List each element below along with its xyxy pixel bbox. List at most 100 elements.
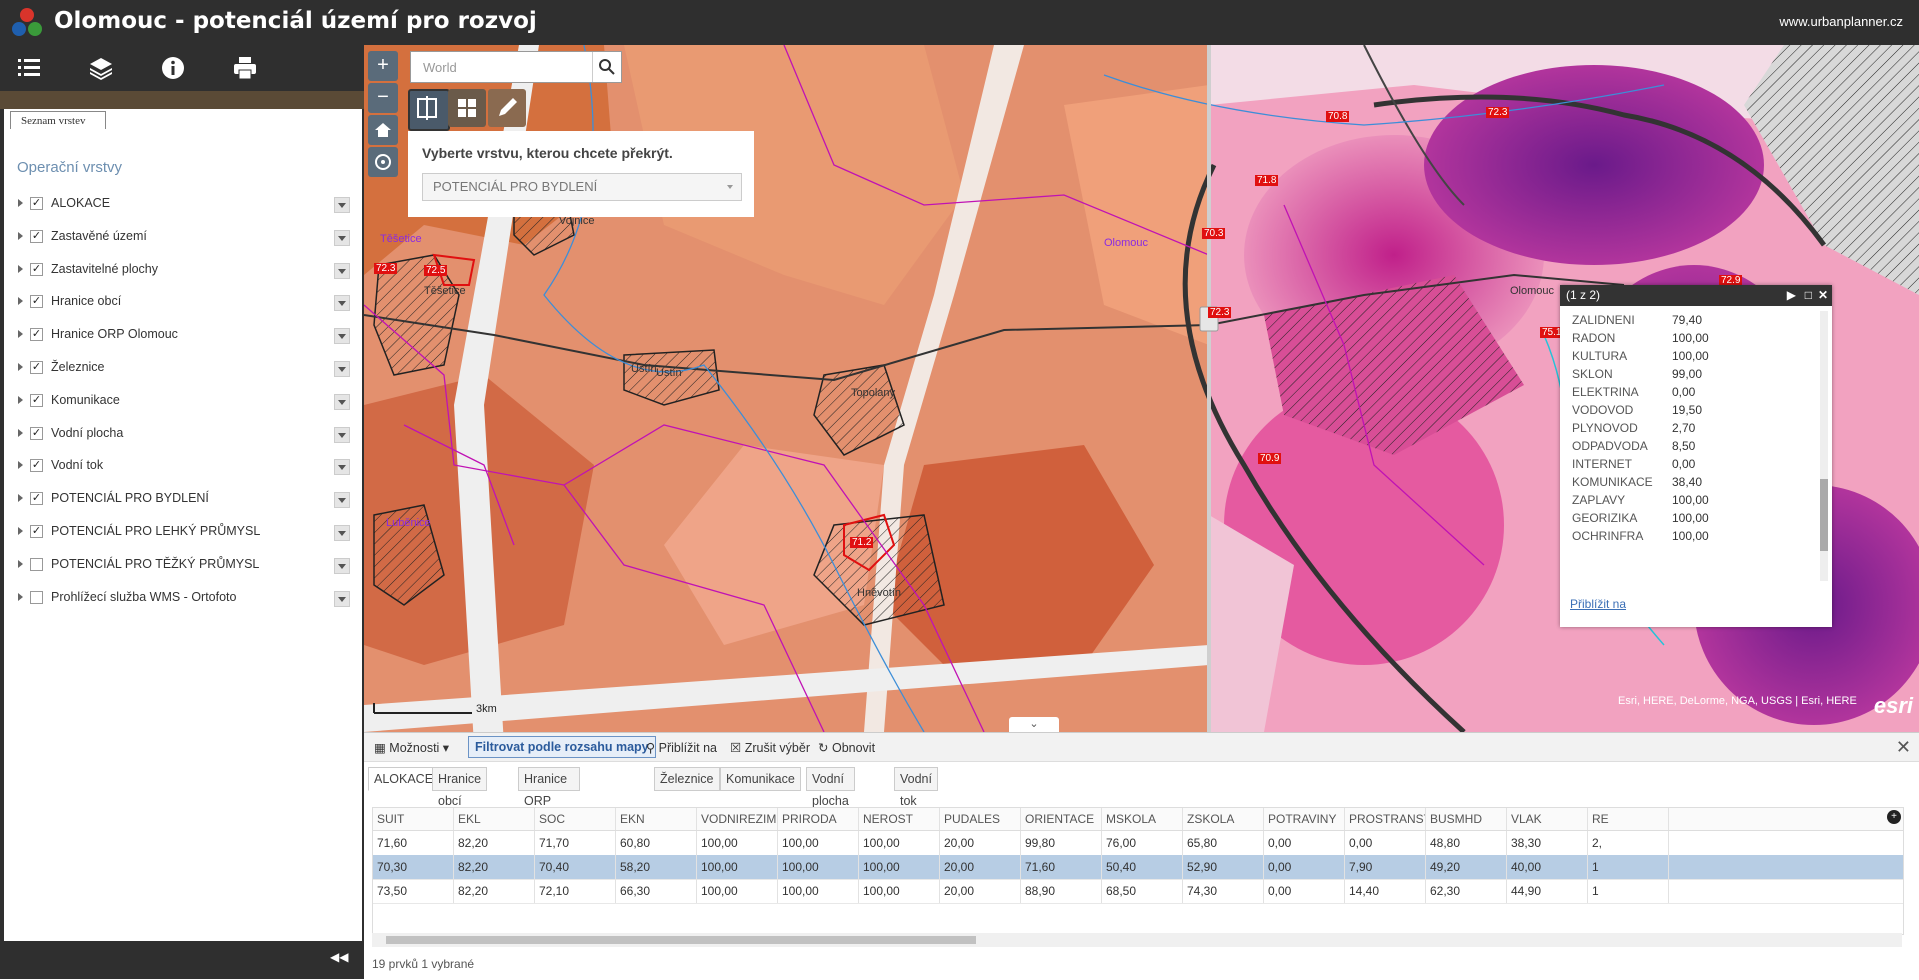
expand-triangle-icon[interactable] (18, 494, 23, 503)
expand-triangle-icon[interactable] (18, 461, 23, 470)
column-options-icon[interactable]: + (1887, 810, 1901, 824)
search-box[interactable]: World (410, 51, 622, 83)
column-header[interactable]: MSKOLA (1102, 808, 1183, 830)
layer-menu-button[interactable] (334, 328, 350, 345)
layer-menu-button[interactable] (334, 361, 350, 377)
layer-menu-button[interactable] (334, 525, 350, 541)
layer-menu-button[interactable] (334, 426, 350, 443)
swipe-tool-button[interactable] (408, 89, 450, 131)
layer-row[interactable]: Prohlížecí služba WMS - Ortofoto (4, 587, 362, 609)
layers-icon[interactable] (88, 55, 114, 81)
layer-row[interactable]: ✓ Železnice (4, 357, 362, 379)
layer-checkbox[interactable]: ✓ (30, 328, 43, 342)
layer-row[interactable]: ✓ POTENCIÁL PRO LEHKÝ PRŮMYSL (4, 521, 362, 543)
layer-checkbox[interactable] (30, 590, 43, 604)
column-header[interactable]: ORIENTACE (1021, 808, 1102, 830)
home-button[interactable] (368, 115, 398, 145)
column-header[interactable]: SUIT (373, 808, 454, 830)
next-feature-icon[interactable]: ▶ (1787, 285, 1796, 306)
basemap-gallery-button[interactable] (448, 89, 486, 127)
layer-row[interactable]: ✓ Zastavitelné plochy (4, 259, 362, 281)
column-header[interactable]: SOC (535, 808, 616, 830)
layer-menu-button[interactable] (334, 492, 350, 509)
layer-row[interactable]: ✓ Vodní tok (4, 455, 362, 477)
search-button[interactable] (592, 52, 621, 82)
column-header[interactable]: NEROST (859, 808, 940, 830)
layer-row[interactable]: ✓ POTENCIÁL PRO BYDLENÍ (4, 488, 362, 510)
layer-row[interactable]: POTENCIÁL PRO TĚŽKÝ PRŮMYSL (4, 554, 362, 576)
layer-checkbox[interactable]: ✓ (30, 492, 43, 506)
zoom-to-button[interactable]: ⚲ Přiblížit na (646, 740, 717, 755)
layer-menu-button[interactable] (334, 262, 350, 279)
close-icon[interactable]: ✕ (1818, 285, 1828, 306)
layer-menu-button[interactable] (334, 459, 350, 476)
collapse-panel-button[interactable]: ◀◀ (330, 950, 348, 964)
layer-menu-button[interactable] (334, 229, 350, 246)
layer-menu-button[interactable] (334, 295, 350, 312)
expand-triangle-icon[interactable] (18, 199, 23, 207)
table-tab[interactable]: Vodní plocha (806, 767, 855, 808)
table-row[interactable]: 71,60 82,20 71,70 60,80 100,00 100,00 100,00 20… (373, 831, 1903, 856)
table-tab[interactable]: Železnice (654, 767, 720, 791)
layer-row[interactable]: ✓ Zastavěné území (4, 226, 362, 248)
table-tab[interactable]: ALOKACE (368, 767, 440, 791)
expand-triangle-icon[interactable] (18, 231, 23, 240)
refresh-button[interactable]: ↻ Obnovit (818, 740, 875, 755)
layer-row[interactable]: ✓ ALOKACE (4, 193, 362, 215)
table-tab[interactable]: Hranice ORP Olomouc (518, 767, 581, 830)
layer-menu-button[interactable] (334, 197, 350, 213)
expand-triangle-icon[interactable] (18, 330, 23, 339)
popup-scrollbar[interactable] (1820, 311, 1828, 581)
horizontal-scrollbar[interactable] (372, 933, 1902, 947)
print-icon[interactable] (232, 55, 258, 81)
layer-checkbox[interactable]: ✓ (30, 393, 43, 407)
locate-button[interactable] (368, 147, 398, 177)
expand-triangle-icon[interactable] (18, 395, 23, 404)
popup-zoom-link[interactable]: Přiblížit na (1570, 597, 1626, 611)
layer-row[interactable]: ✓ Komunikace (4, 390, 362, 412)
column-header[interactable]: BUSMHD (1426, 808, 1507, 830)
layer-menu-button[interactable] (334, 557, 350, 574)
map-view[interactable]: Těšetice Vojnice Těšetice Ústín Ústín Topolan… (364, 45, 1919, 732)
expand-triangle-icon[interactable] (18, 297, 23, 306)
layer-checkbox[interactable]: ✓ (30, 229, 43, 243)
zoom-out-button[interactable]: − (368, 83, 398, 113)
options-menu[interactable]: ▦ Možnosti ▾ (374, 740, 449, 755)
zoom-in-button[interactable]: + (368, 51, 398, 81)
layer-checkbox[interactable]: ✓ (30, 262, 43, 276)
layer-checkbox[interactable]: ✓ (30, 426, 43, 440)
expand-table-button[interactable]: ⌄ (1009, 717, 1059, 732)
swipe-layer-select[interactable]: POTENCIÁL PRO BYDLENÍ (422, 173, 742, 201)
layer-checkbox[interactable]: ✓ (30, 295, 43, 309)
site-link[interactable]: www.urbanplanner.cz (1779, 14, 1903, 29)
column-header[interactable]: PRIRODA (778, 808, 859, 830)
table-tab[interactable]: Hranice obcí (432, 767, 488, 808)
draw-tool-button[interactable] (488, 89, 526, 127)
close-table-icon[interactable]: ✕ (1896, 737, 1911, 758)
legend-list-icon[interactable] (16, 55, 42, 81)
column-header[interactable]: PROSTRANSTVI (1345, 808, 1426, 830)
table-tab[interactable]: Komunikace (720, 767, 801, 791)
table-row[interactable]: 70,30 82,20 70,40 58,20 100,00 100,00 100,00 20… (373, 855, 1903, 880)
expand-triangle-icon[interactable] (18, 559, 23, 568)
clear-selection-button[interactable]: ☒ Zrušit výběr (730, 740, 810, 755)
layer-checkbox[interactable]: ✓ (30, 525, 43, 538)
column-header[interactable]: VLAK (1507, 808, 1588, 830)
info-icon[interactable] (160, 55, 186, 81)
layer-menu-button[interactable] (334, 590, 350, 607)
layer-checkbox[interactable]: ✓ (30, 361, 43, 374)
layer-menu-button[interactable] (334, 393, 350, 410)
maximize-icon[interactable]: □ (1805, 285, 1812, 306)
expand-triangle-icon[interactable] (18, 264, 23, 273)
layer-row[interactable]: ✓ Hranice ORP Olomouc (4, 324, 362, 346)
table-row[interactable]: 73,50 82,20 72,10 66,30 100,00 100,00 100,00 20… (373, 879, 1903, 904)
column-header[interactable]: RE (1588, 808, 1669, 830)
column-header[interactable]: ZSKOLA (1183, 808, 1264, 830)
layer-row[interactable]: ✓ Vodní plocha (4, 423, 362, 445)
layer-checkbox[interactable]: ✓ (30, 197, 43, 210)
table-tab[interactable]: Vodní tok (894, 767, 938, 808)
expand-triangle-icon[interactable] (18, 527, 23, 535)
expand-triangle-icon[interactable] (18, 363, 23, 371)
layer-checkbox[interactable]: ✓ (30, 459, 43, 473)
expand-triangle-icon[interactable] (18, 592, 23, 601)
